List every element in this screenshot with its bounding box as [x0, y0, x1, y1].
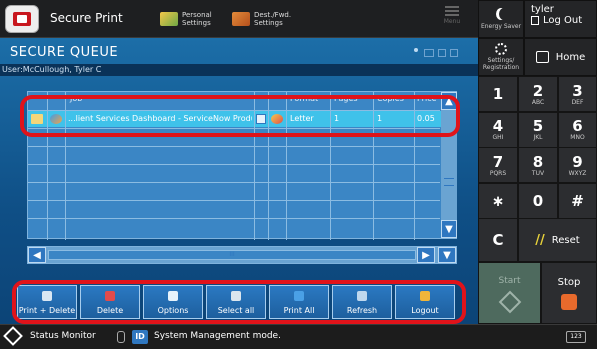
arrow-down-icon: ▼ [443, 249, 451, 261]
key-7[interactable]: 7 PQRS [478, 147, 518, 183]
horizontal-scrollbar[interactable]: ◀ III ▶ ▼ [27, 246, 457, 264]
key-11[interactable]: 0 [518, 182, 558, 219]
menu-button[interactable]: Menu [435, 6, 469, 32]
scroll-right-button[interactable]: ▶ [417, 247, 435, 263]
stop-button[interactable]: Stop [541, 262, 597, 324]
home-icon [535, 51, 549, 63]
scroll-thumb[interactable] [444, 178, 454, 186]
user-logout-area[interactable]: tyler Log Out [524, 0, 597, 38]
view-toggle-icons[interactable] [414, 47, 470, 59]
page-title: SECURE QUEUE [10, 45, 119, 60]
stop-icon [561, 293, 577, 310]
key-10[interactable]: ∗ [478, 182, 518, 219]
gear-icon [495, 43, 507, 55]
highlight-ring-actions [12, 280, 466, 324]
personal-settings-button[interactable]: Personal Settings [160, 5, 240, 33]
user-line: User:McCullough, Tyler C [0, 64, 478, 76]
dest-fwd-settings-button[interactable]: Dest./Fwd. Settings [232, 5, 312, 33]
window-icon-3 [450, 49, 458, 57]
status-monitor-icon [3, 326, 23, 346]
scroll-left-button[interactable]: ◀ [28, 247, 46, 263]
key-8[interactable]: 8 TUV [518, 147, 558, 183]
key-6[interactable]: 6 MNO [558, 111, 597, 148]
lock-icon [117, 331, 125, 343]
personal-settings-icon [160, 12, 178, 26]
key-9[interactable]: 9 WXYZ [558, 147, 597, 183]
user-name: tyler [531, 4, 554, 15]
counter-button[interactable]: 123 [566, 331, 586, 343]
pin-icon [414, 48, 418, 52]
scroll-down-button[interactable]: ▼ [441, 220, 457, 238]
reset-key[interactable]: // Reset [518, 218, 597, 262]
menu-icon [445, 6, 459, 16]
highlight-ring-row [20, 95, 460, 137]
key-4[interactable]: 4 GHI [478, 111, 518, 148]
key-5[interactable]: 5 JKL [518, 111, 558, 148]
start-icon [498, 290, 521, 314]
clear-key[interactable]: C [478, 218, 518, 262]
home-button[interactable]: Home [524, 38, 597, 76]
arrow-down-icon: ▼ [445, 223, 453, 235]
key-12[interactable]: # [558, 182, 597, 219]
status-message: System Management mode. [154, 331, 281, 341]
dest-fwd-settings-icon [232, 12, 250, 26]
app-title: Secure Print [50, 11, 123, 25]
key-1[interactable]: 1 [478, 76, 518, 112]
status-monitor-button[interactable]: Status Monitor [3, 326, 96, 346]
key-3[interactable]: 3 DEF [558, 76, 597, 112]
status-bar: Status Monitor ID System Management mode… [0, 324, 597, 349]
window-icon-2 [438, 49, 446, 57]
logout-link[interactable]: Log Out [531, 15, 596, 26]
h-scroll-thumb[interactable]: III [48, 250, 416, 260]
arrow-left-icon: ◀ [33, 249, 41, 261]
logout-icon [531, 16, 539, 25]
moon-icon [499, 8, 509, 20]
scroll-down-button-2[interactable]: ▼ [438, 247, 456, 263]
energy-saver-button[interactable]: Energy Saver [478, 0, 524, 38]
key-2[interactable]: 2 ABC [518, 76, 558, 112]
settings-registration-button[interactable]: Settings/ Registration [478, 38, 524, 76]
arrow-right-icon: ▶ [422, 249, 430, 261]
start-button[interactable]: Start [478, 262, 541, 324]
window-icon [424, 49, 434, 57]
reset-icon: // [535, 232, 545, 248]
id-badge-icon: ID [132, 330, 148, 344]
secure-print-icon [5, 5, 39, 33]
